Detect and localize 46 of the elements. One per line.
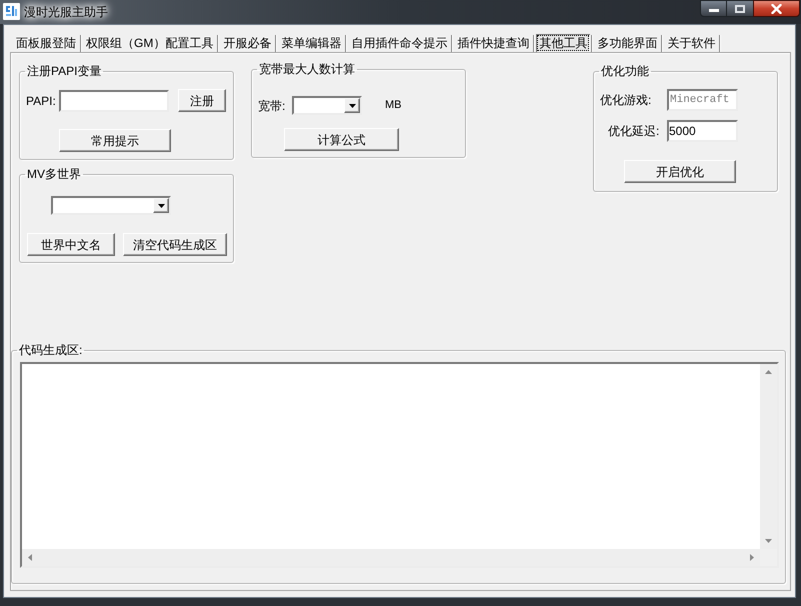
caret-left-icon[interactable]	[28, 554, 32, 561]
start-optimize-button[interactable]: 开启优化	[624, 160, 736, 183]
bandwidth-dropdown[interactable]	[292, 96, 362, 115]
tab[interactable]: 菜单编辑器	[278, 34, 344, 52]
minimize-icon	[708, 9, 718, 12]
tab[interactable]: 面板服登陆	[13, 34, 79, 52]
maximize-icon	[735, 4, 745, 12]
caret-down-icon	[348, 104, 356, 108]
tab[interactable]: 关于软件	[664, 34, 718, 52]
clear-code-button[interactable]: 清空代码生成区	[123, 233, 227, 256]
maximize-button[interactable]	[727, 0, 753, 17]
register-button[interactable]: 注册	[178, 89, 226, 112]
text-field[interactable]: 5000	[667, 120, 738, 142]
world-name-button[interactable]: 世界中文名	[27, 233, 115, 256]
horizontal-scrollbar[interactable]	[22, 549, 760, 566]
window-title: 漫时光服主助手	[24, 5, 108, 19]
group-title: 代码生成区:	[18, 344, 84, 357]
tab[interactable]: 开服必备	[220, 34, 274, 52]
unit-label: MB	[385, 100, 402, 111]
vertical-scrollbar[interactable]	[760, 364, 777, 549]
caret-down-icon[interactable]	[765, 539, 772, 543]
hints-button[interactable]: 常用提示	[59, 129, 171, 152]
dropdown-button[interactable]	[153, 198, 169, 213]
papi-input-field[interactable]	[59, 90, 169, 112]
minimize-button[interactable]	[700, 0, 727, 17]
field-label: 优化游戏:	[600, 94, 652, 106]
formula-button[interactable]: 计算公式	[284, 128, 399, 151]
tab[interactable]: 其他工具	[536, 34, 590, 52]
group-title: MV多世界	[26, 168, 82, 181]
tab[interactable]: 多功能界面	[594, 34, 660, 52]
field-label: 优化延迟:	[608, 125, 660, 137]
field-label: 宽带:	[258, 100, 286, 112]
field-label: PAPI:	[26, 94, 57, 106]
caret-up-icon[interactable]	[765, 370, 772, 374]
group-title: 注册PAPI变量	[26, 65, 102, 78]
world-dropdown[interactable]	[51, 196, 171, 215]
tab[interactable]: 插件快捷查询	[454, 34, 532, 52]
group-title: 宽带最大人数计算	[258, 63, 356, 76]
caret-right-icon[interactable]	[750, 554, 754, 561]
caret-down-icon	[158, 204, 164, 208]
group-title: 优化功能	[600, 65, 650, 78]
close-button[interactable]	[753, 0, 800, 17]
tab[interactable]: 自用插件命令提示	[348, 34, 450, 52]
dropdown-button[interactable]	[344, 98, 360, 113]
close-icon	[771, 4, 782, 14]
tab[interactable]: 权限组（GM）配置工具	[83, 34, 216, 52]
